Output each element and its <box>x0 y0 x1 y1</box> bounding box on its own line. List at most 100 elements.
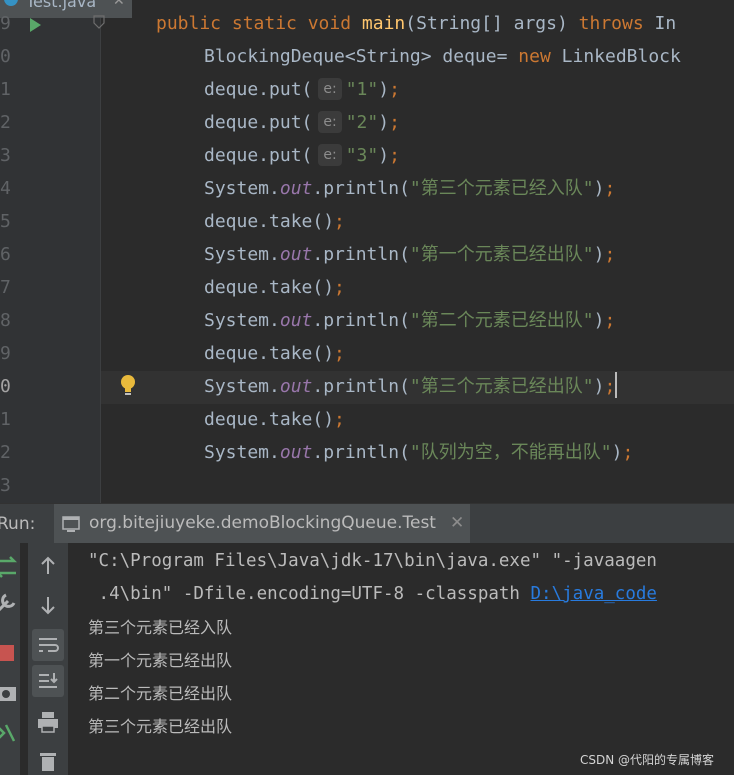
line-number: 9 <box>0 343 11 364</box>
code-token: deque.put( <box>204 145 313 166</box>
code-token: System. <box>204 178 280 199</box>
code-token: ) <box>593 244 605 265</box>
line-number: 8 <box>0 310 11 331</box>
line-number: 4 <box>0 178 11 199</box>
arrow-up-icon[interactable] <box>34 552 62 580</box>
code-token: (String[] args) <box>405 13 579 34</box>
run-side-toolbar <box>0 543 20 775</box>
code-token: System. <box>204 244 280 265</box>
code-token: ; <box>604 310 616 331</box>
code-text: deque.take(); <box>204 403 345 436</box>
code-token: out <box>279 244 313 265</box>
code-token: deque.take() <box>204 343 335 364</box>
code-token: deque.take() <box>204 409 335 430</box>
code-token: ) <box>593 178 605 199</box>
classpath-link[interactable]: D:\java_code <box>531 584 657 604</box>
code-line: 2 System.out.println("队列为空，不能再出队"); <box>0 436 734 469</box>
code-line: 3 <box>0 469 734 502</box>
code-token: ; <box>334 343 345 364</box>
camera-icon[interactable] <box>0 679 20 707</box>
code-token: "第二个元素已经出队" <box>409 310 594 331</box>
code-token: ) <box>593 310 605 331</box>
run-toolbar: Run: org.bitejiuyeke.demoBlockingQueue.T… <box>0 503 734 544</box>
code-token: ; <box>334 211 345 232</box>
code-token: ; <box>389 145 400 166</box>
console-output-line: 第三个元素已经入队 <box>88 618 233 637</box>
line-number: 6 <box>0 244 11 265</box>
code-token: LinkedBlock <box>561 46 681 67</box>
code-text: public static void main(String[] args) t… <box>156 7 676 40</box>
code-text: deque.take(); <box>204 337 345 370</box>
code-token: "2" <box>345 112 379 133</box>
java-class-icon <box>4 0 18 6</box>
run-console[interactable]: "C:\Program Files\Java\jdk-17\bin\java.e… <box>0 543 734 775</box>
code-line: 9 deque.take(); <box>0 337 734 370</box>
line-number: 9 <box>0 13 11 34</box>
code-token: In <box>654 13 677 34</box>
console-output-line: 第一个元素已经出队 <box>88 651 233 670</box>
code-token: "队列为空，不能再出队" <box>409 442 612 463</box>
parameter-hint: e: <box>318 78 342 100</box>
code-token: main <box>361 13 406 34</box>
code-text: System.out.println("第三个元素已经入队"); <box>204 172 615 205</box>
wrench-icon[interactable] <box>0 589 20 617</box>
console-icon <box>62 516 80 532</box>
line-number: 7 <box>0 277 11 298</box>
soft-wrap-toggle[interactable] <box>32 629 64 661</box>
parameter-hint: e: <box>318 111 342 133</box>
code-token: .println( <box>312 244 410 265</box>
code-token: BlockingDeque<String> deque= <box>204 46 519 67</box>
line-number: 0 <box>0 376 11 397</box>
code-text: System.out.println("队列为空，不能再出队"); <box>204 436 633 469</box>
code-token: "第三个元素已经出队" <box>409 376 594 397</box>
code-token: deque.put( <box>204 112 313 133</box>
code-token: ; <box>389 79 400 100</box>
run-config-label: org.bitejiuyeke.demoBlockingQueue.Test <box>89 513 436 533</box>
scroll-to-end-toggle[interactable] <box>32 665 64 697</box>
run-label: Run: <box>0 514 36 534</box>
code-token: .println( <box>312 178 410 199</box>
trash-icon[interactable] <box>34 747 62 775</box>
code-line: 0 System.out.println("第三个元素已经出队"); <box>0 370 734 403</box>
arrow-down-icon[interactable] <box>34 591 62 619</box>
code-text: deque.put(e: "3"); <box>204 139 400 172</box>
code-token: public static void <box>156 13 362 34</box>
code-token: .println( <box>312 310 410 331</box>
code-line: 1 deque.put(e: "1"); <box>0 73 734 106</box>
code-line: 0 BlockingDeque<String> deque= new Linked… <box>0 40 734 73</box>
code-token: .println( <box>312 442 410 463</box>
close-icon[interactable]: ✕ <box>450 513 464 533</box>
stop-icon[interactable] <box>0 639 20 667</box>
code-token: out <box>279 442 313 463</box>
line-number: 0 <box>0 46 11 67</box>
code-line: 7 deque.take(); <box>0 271 734 304</box>
code-editor[interactable]: Test.java ✕ 9 public static void main(Str… <box>0 0 734 503</box>
code-token: ; <box>604 244 616 265</box>
rerun-icon[interactable] <box>0 553 20 581</box>
restore-layout-icon[interactable] <box>0 719 20 747</box>
code-token: out <box>279 310 313 331</box>
code-token: ; <box>622 442 634 463</box>
console-command-line-2: .4\bin" -Dfile.encoding=UTF-8 -classpath… <box>88 578 657 611</box>
code-token: throws <box>578 13 655 34</box>
code-token: out <box>279 376 313 397</box>
line-number: 2 <box>0 442 11 463</box>
run-config-tab[interactable]: org.bitejiuyeke.demoBlockingQueue.Test ✕ <box>54 504 470 544</box>
code-token: "第一个元素已经出队" <box>409 244 594 265</box>
code-text: deque.put(e: "1"); <box>204 73 400 106</box>
print-icon[interactable] <box>34 708 62 736</box>
text-caret <box>615 372 618 398</box>
code-token: System. <box>204 442 280 463</box>
code-token: ) <box>378 145 390 166</box>
code-token: deque.put( <box>204 79 313 100</box>
code-token: deque.take() <box>204 211 335 232</box>
code-line: 5 deque.take(); <box>0 205 734 238</box>
code-token: ) <box>378 112 390 133</box>
code-token: "1" <box>345 79 379 100</box>
code-line: 6 System.out.println("第一个元素已经出队"); <box>0 238 734 271</box>
code-token: deque.take() <box>204 277 335 298</box>
code-text: deque.take(); <box>204 271 345 304</box>
code-token: ; <box>389 112 400 133</box>
code-token: "第三个元素已经入队" <box>409 178 594 199</box>
code-text: deque.put(e: "2"); <box>204 106 400 139</box>
